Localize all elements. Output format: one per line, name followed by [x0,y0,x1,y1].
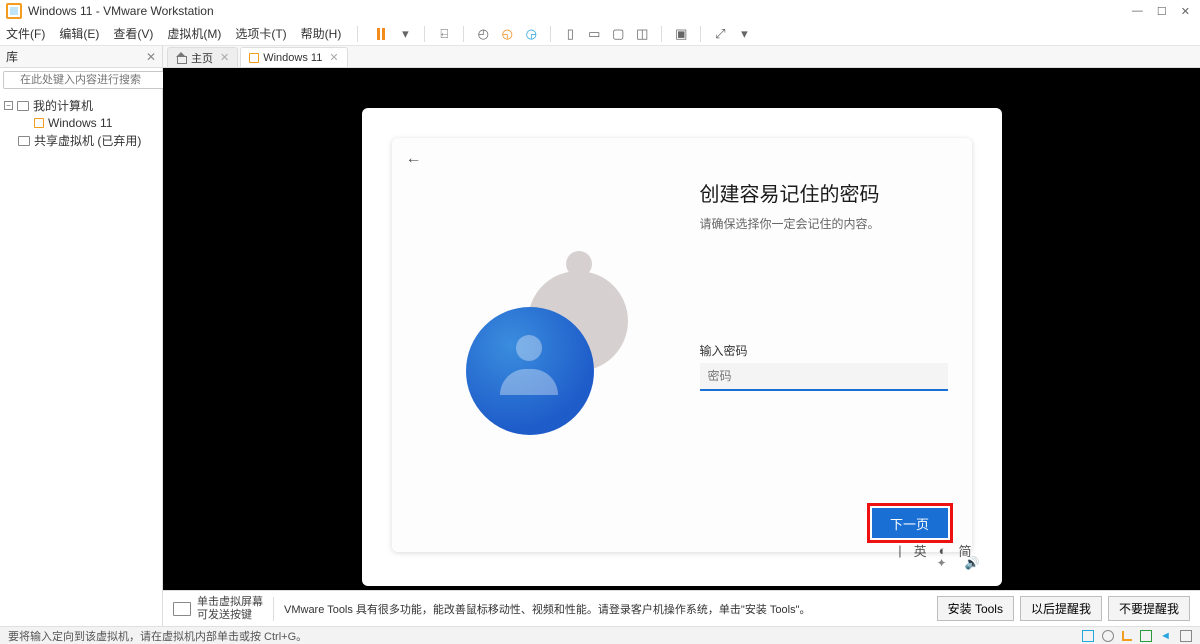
pause-icon[interactable] [374,27,388,41]
hint-line1: 单击虚拟屏幕 [197,596,263,608]
close-button[interactable]: ✕ [1181,5,1190,18]
view-fit-icon[interactable]: ▢ [611,27,625,41]
tab-label: 主页 [191,50,213,66]
window-controls: — ☐ ✕ [1132,5,1194,18]
tree-node-my-computer[interactable]: − 我的计算机 [4,96,158,115]
sidebar-title: 库 [6,48,18,65]
sidebar-close-icon[interactable]: ✕ [146,50,156,64]
sidebar-header: 库 ✕ [0,46,162,68]
snapshot-revert-icon[interactable]: ◵ [500,27,514,41]
library-sidebar: 库 ✕ − 我的计算机 Windows 11 共享虚拟机 (已弃用) [0,46,163,626]
input-hint: 单击虚拟屏幕 可发送按键 [173,596,263,620]
oobe-subtitle: 请确保选择你一定会记住的内容。 [700,215,948,232]
tree-node-windows11[interactable]: Windows 11 [4,115,158,131]
home-icon [176,53,187,63]
next-button[interactable]: 下一页 [872,508,948,538]
menu-vm[interactable]: 虚拟机(M) [167,25,221,42]
minimize-button[interactable]: — [1132,5,1143,18]
menu-help[interactable]: 帮助(H) [301,25,342,42]
dropdown-icon[interactable]: ▾ [398,27,412,41]
oobe-window: ← 创建容易记住的密码 请确保选择你一定会记住的内容。 输入密码 [362,108,1002,586]
document-tabs: 主页 ✕ Windows 11 ✕ [163,46,1200,68]
tab-label: Windows 11 [263,52,322,64]
hint-line2: 可发送按键 [197,609,263,621]
volume-icon[interactable]: 🔊 [965,556,980,570]
collapse-icon[interactable]: − [4,101,13,110]
vm-display[interactable]: ➤ ← 创建容易记住的密码 请确保选择你一定会记住的内容 [163,68,1200,626]
library-search-input[interactable] [3,71,179,89]
snapshot-icon[interactable]: ◴ [476,27,490,41]
oobe-footer-icons: ✦ 🔊 [936,556,979,570]
password-input[interactable] [700,363,948,391]
monitor-icon [173,602,191,616]
menu-file[interactable]: 文件(F) [6,25,45,42]
title-bar: Windows 11 - VMware Workstation — ☐ ✕ [0,0,1200,22]
view-unity-icon[interactable]: ◫ [635,27,649,41]
tab-close-icon[interactable]: ✕ [220,51,229,64]
status-icons: ◄ [1082,630,1192,642]
device-cd-icon[interactable] [1102,630,1114,642]
computer-icon [17,101,29,111]
tools-note: VMware Tools 具有很多功能，能改善鼠标移动性、视频和性能。请登录客户… [284,601,810,617]
menu-edit[interactable]: 编辑(E) [59,25,99,42]
view-split-icon[interactable]: ▭ [587,27,601,41]
remind-later-button[interactable]: 以后提醒我 [1020,596,1102,621]
vm-icon [249,53,259,63]
oobe-illustration [416,158,676,536]
tab-windows11[interactable]: Windows 11 ✕ [240,47,347,67]
device-sound-icon[interactable]: ◄ [1160,630,1172,642]
menu-bar: 文件(F) 编辑(E) 查看(V) 虚拟机(M) 选项卡(T) 帮助(H) ▾ … [0,22,1200,46]
stretch-icon[interactable]: ⤢ [713,27,727,41]
device-usb-icon[interactable] [1180,630,1192,642]
menu-view[interactable]: 查看(V) [113,25,153,42]
fullscreen-icon[interactable]: ▣ [674,27,688,41]
ime-mode[interactable]: 英 [914,541,927,560]
ime-separator-icon: | [898,543,901,558]
status-text: 要将输入定向到该虚拟机，请在虚拟机内部单击或按 Ctrl+G。 [8,628,307,644]
vm-icon [34,118,44,128]
device-net-icon[interactable] [1122,631,1132,641]
oobe-title: 创建容易记住的密码 [700,178,948,207]
tab-close-icon[interactable]: ✕ [329,51,338,64]
password-label: 输入密码 [700,342,948,359]
dropdown2-icon[interactable]: ▾ [737,27,751,41]
info-bar: 单击虚拟屏幕 可发送按键 VMware Tools 具有很多功能，能改善鼠标移动… [163,590,1200,626]
tree-label: 我的计算机 [33,97,93,114]
status-bar: 要将输入定向到该虚拟机，请在虚拟机内部单击或按 Ctrl+G。 ◄ [0,626,1200,644]
view-single-icon[interactable]: ▯ [563,27,577,41]
window-title: Windows 11 - VMware Workstation [28,4,214,18]
tab-home[interactable]: 主页 ✕ [167,47,238,67]
snapshot-manager-icon[interactable]: ◶ [524,27,538,41]
device-printer-icon[interactable] [1140,630,1152,642]
vmware-logo-icon [6,3,22,19]
tree-label: Windows 11 [48,116,112,130]
menu-tabs[interactable]: 选项卡(T) [235,25,286,42]
oobe-card: ← 创建容易记住的密码 请确保选择你一定会记住的内容。 输入密码 [392,138,972,552]
accessibility-icon[interactable]: ✦ [936,556,946,570]
toolbar: ▾ ⍇ ◴ ◵ ◶ ▯ ▭ ▢ ◫ ▣ ⤢ ▾ [374,26,751,42]
install-tools-button[interactable]: 安装 Tools [937,596,1014,621]
send-cad-icon[interactable]: ⍇ [437,27,451,41]
tree-label: 共享虚拟机 (已弃用) [34,132,141,149]
never-remind-button[interactable]: 不要提醒我 [1108,596,1190,621]
avatar-front-icon [466,307,594,435]
shared-icon [18,136,30,146]
library-tree: − 我的计算机 Windows 11 共享虚拟机 (已弃用) [0,92,162,154]
tree-node-shared[interactable]: 共享虚拟机 (已弃用) [4,131,158,150]
maximize-button[interactable]: ☐ [1157,5,1167,18]
device-disk-icon[interactable] [1082,630,1094,642]
